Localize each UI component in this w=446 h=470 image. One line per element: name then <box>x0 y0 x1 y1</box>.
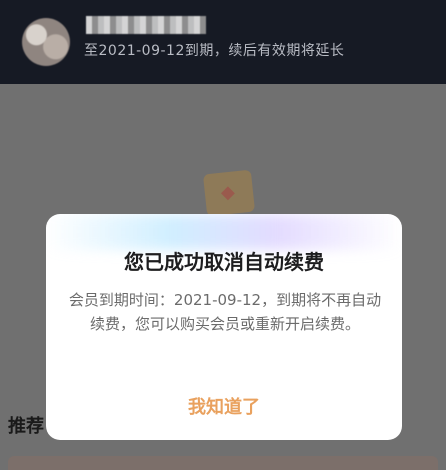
membership-status-text: 至2021-09-12到期，续后有效期将延长 <box>84 43 345 59</box>
avatar[interactable] <box>22 18 70 66</box>
dialog-message: 会员到期时间：2021-09-12，到期将不再自动续费，您可以购买会员或重新开启… <box>68 291 382 333</box>
dialog-title: 您已成功取消自动续费 <box>124 250 324 274</box>
recommend-section-label: 推荐 <box>8 416 44 437</box>
recommend-card-strip <box>8 456 438 470</box>
membership-header: 至2021-09-12到期，续后有效期将延长 <box>0 0 446 84</box>
gem-icon: ◆ <box>221 182 235 203</box>
dialog-top-glow <box>46 214 402 250</box>
confirm-button[interactable]: 我知道了 <box>46 390 402 426</box>
username-redacted <box>86 16 206 34</box>
cancel-auto-renew-dialog: 您已成功取消自动续费 会员到期时间：2021-09-12，到期将不再自动续费，您… <box>46 214 402 440</box>
